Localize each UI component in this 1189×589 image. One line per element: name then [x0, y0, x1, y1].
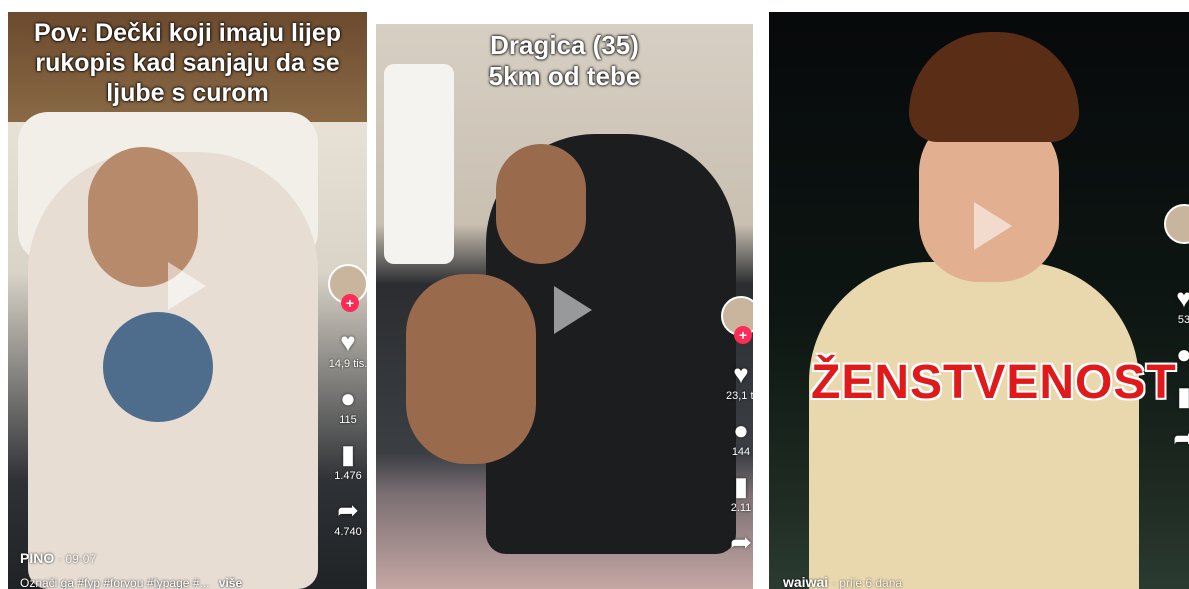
caption-line-1: Dragica (35) [490, 30, 639, 60]
comment-icon[interactable]: ● [1176, 340, 1189, 368]
share-icon[interactable]: ➦ [730, 528, 752, 556]
like-count: 14,9 tis. [328, 358, 367, 370]
heart-icon[interactable]: ♥ [340, 328, 355, 356]
username-row[interactable]: waiwai · prije 6 dana [783, 574, 902, 589]
arm-image [406, 274, 536, 464]
video-card-2[interactable]: Dragica (35) 5km od tebe + ♥ 23,1 ti ● 1… [376, 24, 753, 589]
more-link[interactable]: više [219, 576, 242, 589]
avatar[interactable]: + [328, 264, 367, 312]
play-icon[interactable] [974, 202, 1012, 250]
caption-line-2: 5km od tebe [488, 61, 641, 92]
hair-image [909, 32, 1079, 142]
like-count: 23,1 ti [726, 390, 753, 402]
action-rail: + ♥ 23,1 ti ● 144 ▮ 2.11 ➦ [721, 296, 753, 556]
video-card-3[interactable]: ŽENSTVENOST ♥ 53 ● ▮ ➦ waiwai · prije 6 … [769, 12, 1189, 589]
username[interactable]: PINO [20, 550, 54, 566]
coat-image [384, 64, 454, 264]
avatar[interactable] [1164, 204, 1189, 244]
heart-icon[interactable]: ♥ [1176, 284, 1189, 312]
suit-image [809, 262, 1139, 589]
video-caption: Pov: Dečki koji imaju lijep rukopis kad … [33, 19, 342, 107]
save-count: 2.11 [730, 502, 752, 514]
username-row[interactable]: PINO · 09-07 [20, 550, 96, 566]
video-caption: Dragica (35) 5km od tebe [376, 30, 753, 92]
save-count: 1.476 [334, 470, 362, 482]
username[interactable]: waiwai [783, 574, 828, 589]
shirt-graphic-image [103, 312, 213, 422]
play-icon[interactable] [554, 286, 592, 334]
share-count: 4.740 [334, 526, 362, 538]
plus-icon[interactable]: + [734, 326, 752, 344]
comment-count: 115 [339, 414, 357, 426]
comment-count: 144 [731, 446, 751, 458]
overlay-text: ŽENSTVENOST [811, 356, 1177, 409]
avatar[interactable]: + [721, 296, 753, 344]
post-date: · prije 6 dana [832, 576, 903, 589]
comment-icon[interactable]: ● [340, 384, 356, 412]
action-rail: + ♥ 14,9 tis. ● 115 ▮ 1.476 ➦ 4.740 [328, 264, 367, 538]
person-head-image [496, 144, 586, 264]
play-icon[interactable] [168, 262, 206, 310]
like-count: 53 [1177, 314, 1189, 326]
bookmark-icon[interactable]: ▮ [341, 440, 355, 468]
comment-icon[interactable]: ● [733, 416, 749, 444]
video-card-1[interactable]: Pov: Dečki koji imaju lijep rukopis kad … [8, 12, 367, 589]
plus-icon[interactable]: + [341, 294, 359, 312]
action-rail: ♥ 53 ● ▮ ➦ [1164, 204, 1189, 452]
video-description: Označi ga #fyp #foryou #fypage #... više [20, 576, 242, 589]
bookmark-icon[interactable]: ▮ [734, 472, 748, 500]
post-date: · 09-07 [58, 552, 97, 566]
share-icon[interactable]: ➦ [1173, 424, 1189, 452]
heart-icon[interactable]: ♥ [733, 360, 748, 388]
description-text: Označi ga #fyp #foryou #fypage #... [20, 576, 210, 589]
share-icon[interactable]: ➦ [337, 496, 359, 524]
bookmark-icon[interactable]: ▮ [1177, 382, 1189, 410]
